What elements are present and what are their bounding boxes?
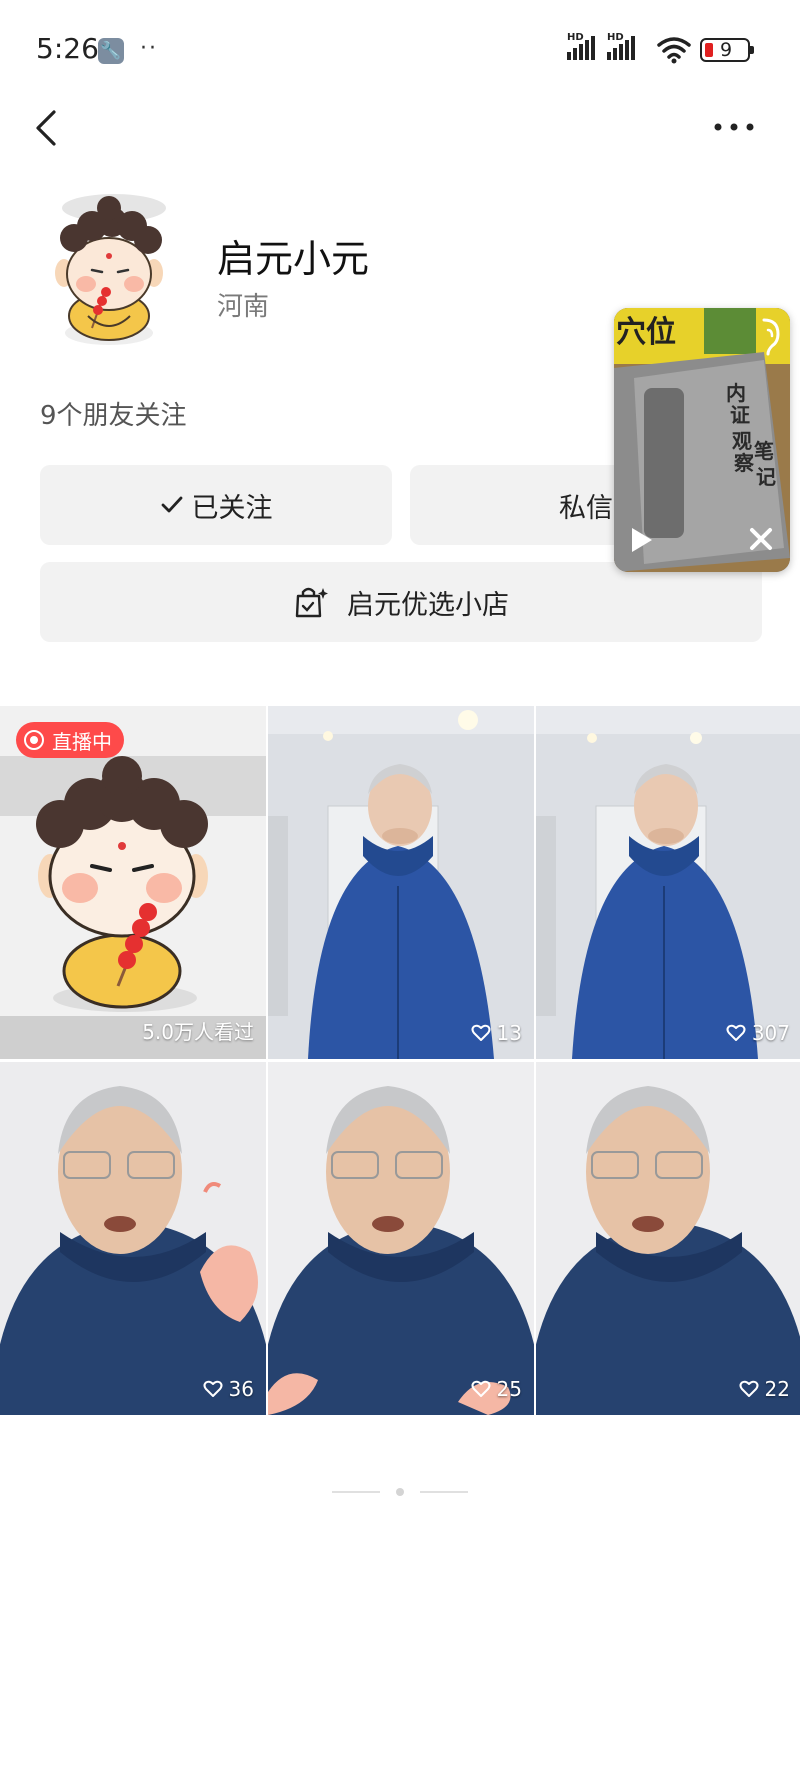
message-label: 私信 bbox=[559, 492, 613, 524]
battery-icon: 9 bbox=[700, 38, 754, 62]
likes-count: 25 bbox=[471, 1377, 522, 1401]
wifi-icon bbox=[657, 37, 691, 64]
likes-value: 36 bbox=[228, 1377, 254, 1401]
likes-value: 13 bbox=[496, 1021, 522, 1045]
likes-value: 22 bbox=[764, 1377, 790, 1401]
heart-icon bbox=[203, 1380, 223, 1397]
likes-count: 13 bbox=[471, 1021, 522, 1045]
video-tile[interactable]: 13 bbox=[268, 706, 534, 1059]
likes-count: 22 bbox=[739, 1377, 790, 1401]
book-char-2: 证 bbox=[730, 403, 750, 427]
video-tile[interactable]: 36 bbox=[0, 1062, 266, 1415]
chevron-left-icon[interactable] bbox=[26, 106, 70, 150]
video-tile-live[interactable]: 直播中 5.0万人看过 bbox=[0, 706, 266, 1059]
likes-count: 307 bbox=[726, 1021, 790, 1045]
notification-dots-icon: ·· bbox=[140, 36, 158, 61]
signal-icon-2: HD bbox=[607, 32, 637, 60]
book-char-5: 笔 bbox=[754, 439, 774, 463]
status-time: 5:26 bbox=[36, 32, 99, 65]
book-char-4: 察 bbox=[734, 451, 755, 475]
avatar[interactable] bbox=[44, 188, 174, 348]
views-count: 5.0万人看过 bbox=[142, 1020, 254, 1044]
banner-text: 穴位 bbox=[616, 315, 676, 350]
heart-icon bbox=[471, 1024, 491, 1041]
page-indicator bbox=[332, 1488, 468, 1496]
likes-value: 25 bbox=[496, 1377, 522, 1401]
profile-name: 启元小元 bbox=[217, 237, 370, 281]
heart-icon bbox=[471, 1380, 491, 1397]
book-char-1: 内 bbox=[726, 381, 746, 405]
heart-icon bbox=[739, 1380, 759, 1397]
book-char-3: 观 bbox=[732, 429, 752, 453]
video-tile[interactable]: 22 bbox=[536, 1062, 800, 1415]
hd-label: HD bbox=[567, 32, 584, 43]
book-char-6: 记 bbox=[756, 465, 776, 489]
status-bar: 5:26 🔧 ·· HD HD 9 bbox=[0, 0, 800, 100]
hd-label-2: HD bbox=[607, 32, 624, 43]
live-dot-icon bbox=[24, 730, 44, 750]
heart-icon bbox=[726, 1024, 746, 1041]
shop-button[interactable]: 启元优选小店 bbox=[40, 562, 762, 642]
likes-count: 36 bbox=[203, 1377, 254, 1401]
video-grid: 直播中 5.0万人看过 13 307 36 25 22 bbox=[0, 706, 800, 1415]
video-tile[interactable]: 25 bbox=[268, 1062, 534, 1415]
followed-label: 已关注 bbox=[191, 492, 273, 524]
video-tile[interactable]: 307 bbox=[536, 706, 800, 1059]
wrench-icon: 🔧 bbox=[98, 38, 124, 64]
likes-value: 307 bbox=[751, 1021, 790, 1045]
signal-icon: HD bbox=[567, 32, 597, 60]
more-horizontal-icon[interactable] bbox=[710, 112, 758, 142]
shop-label: 启元优选小店 bbox=[347, 589, 509, 621]
check-icon bbox=[161, 496, 182, 513]
live-badge-label: 直播中 bbox=[52, 729, 112, 754]
profile-location: 河南 bbox=[217, 292, 270, 322]
followed-button[interactable]: 已关注 bbox=[40, 465, 392, 545]
shop-bag-icon bbox=[295, 587, 328, 618]
friends-following[interactable]: 9个朋友关注 bbox=[40, 395, 187, 432]
battery-level: 9 bbox=[720, 39, 733, 61]
profile-page: 5:26 🔧 ·· HD HD 9 启元小元 河南 9个朋友关注 已关注 私信 … bbox=[0, 0, 800, 1778]
live-badge: 直播中 bbox=[16, 722, 124, 758]
mini-player[interactable]: 穴位 内 证 观 察 笔 记 bbox=[614, 308, 790, 572]
